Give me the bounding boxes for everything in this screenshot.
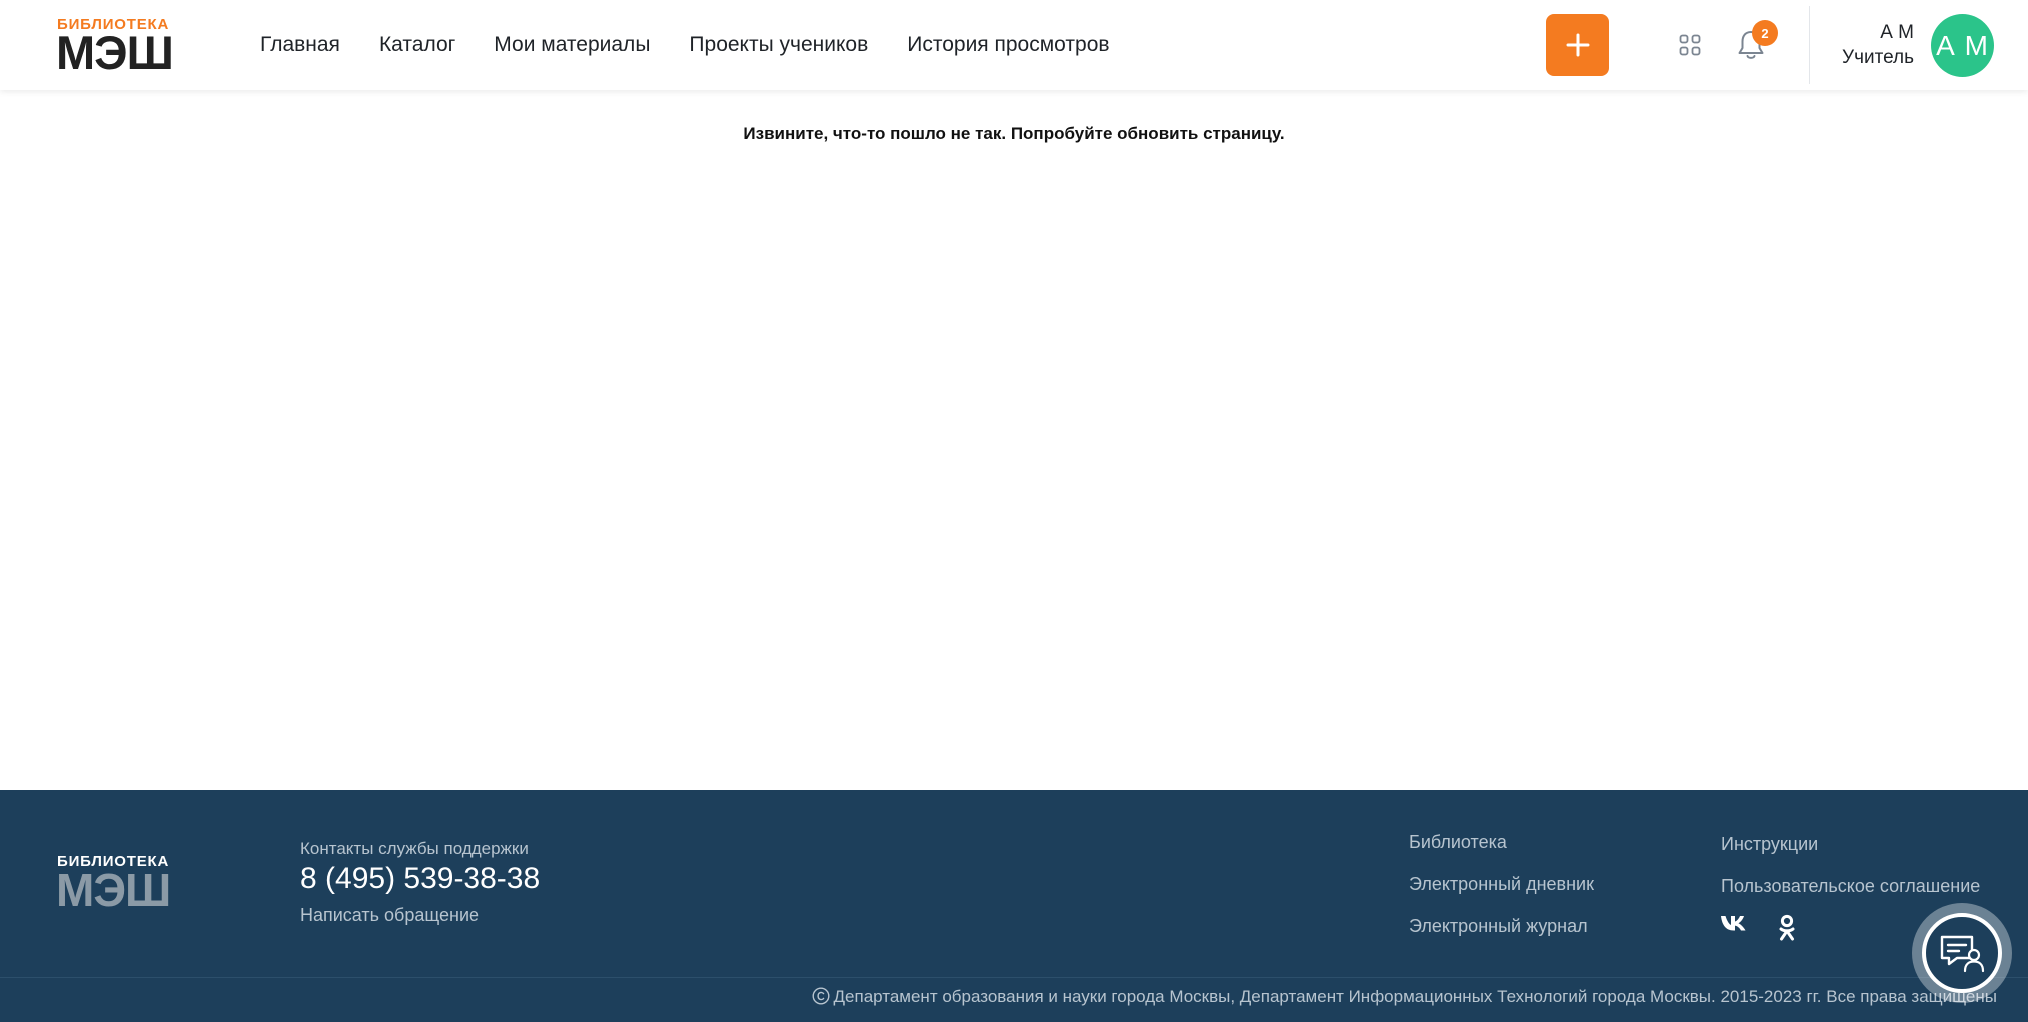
nav-item-my-materials[interactable]: Мои материалы: [494, 33, 650, 57]
vk-icon[interactable]: [1720, 914, 1748, 942]
user-name: А М: [1880, 22, 1914, 43]
copyright: Департамент образования и науки города М…: [812, 987, 1997, 1007]
user-role: Учитель: [1842, 47, 1914, 68]
header-divider: [1809, 6, 1810, 84]
copyright-icon: [812, 987, 830, 1005]
library-logo[interactable]: БИБЛИОТЕКА МЭШ: [56, 16, 177, 79]
odnoklassniki-icon[interactable]: [1778, 914, 1796, 942]
notification-badge: 2: [1752, 20, 1778, 46]
footer-logo-big-text: МЭШ: [56, 864, 171, 916]
footer-link-library[interactable]: Библиотека: [1409, 830, 1594, 872]
write-request-link[interactable]: Написать обращение: [300, 905, 479, 926]
footer-link-e-journal[interactable]: Электронный журнал: [1409, 914, 1594, 956]
footer-link-instructions[interactable]: Инструкции: [1721, 832, 1980, 874]
apps-grid-icon[interactable]: [1678, 33, 1702, 57]
error-message: Извините, что-то пошло не так. Попробуйт…: [743, 124, 1285, 143]
add-button[interactable]: [1546, 14, 1609, 76]
user-info[interactable]: А М Учитель: [1820, 20, 1914, 70]
support-label: Контакты службы поддержки: [300, 839, 529, 858]
support-phone-link[interactable]: 8 (495) 539-38-38: [300, 862, 540, 896]
top-header: БИБЛИОТЕКА МЭШ Главная Каталог Мои матер…: [0, 0, 2028, 90]
footer-link-e-diary[interactable]: Электронный дневник: [1409, 872, 1594, 914]
footer-logo[interactable]: БИБЛИОТЕКА МЭШ: [56, 853, 187, 916]
copyright-text: Департамент образования и науки города М…: [833, 987, 1997, 1006]
main-nav: Главная Каталог Мои материалы Проекты уч…: [260, 0, 1149, 90]
footer-links-column-2: Инструкции Пользовательское соглашение: [1721, 832, 1980, 916]
support-chat-icon: [1940, 935, 1985, 973]
nav-item-home[interactable]: Главная: [260, 33, 340, 57]
nav-item-catalog[interactable]: Каталог: [379, 33, 455, 57]
support-chat-inner: [1922, 913, 2002, 993]
footer-links-column-1: Библиотека Электронный дневник Электронн…: [1409, 830, 1594, 956]
nav-item-student-projects[interactable]: Проекты учеников: [689, 33, 868, 57]
footer: БИБЛИОТЕКА МЭШ Контакты службы поддержки…: [0, 790, 2028, 1022]
support-chat-button[interactable]: [1912, 903, 2012, 1003]
logo-big-text: МЭШ: [56, 26, 174, 79]
social-links: [1720, 914, 1826, 942]
plus-icon: [1566, 33, 1589, 57]
footer-divider: [0, 977, 2028, 978]
nav-item-view-history[interactable]: История просмотров: [907, 33, 1109, 57]
avatar[interactable]: А М: [1931, 14, 1994, 77]
